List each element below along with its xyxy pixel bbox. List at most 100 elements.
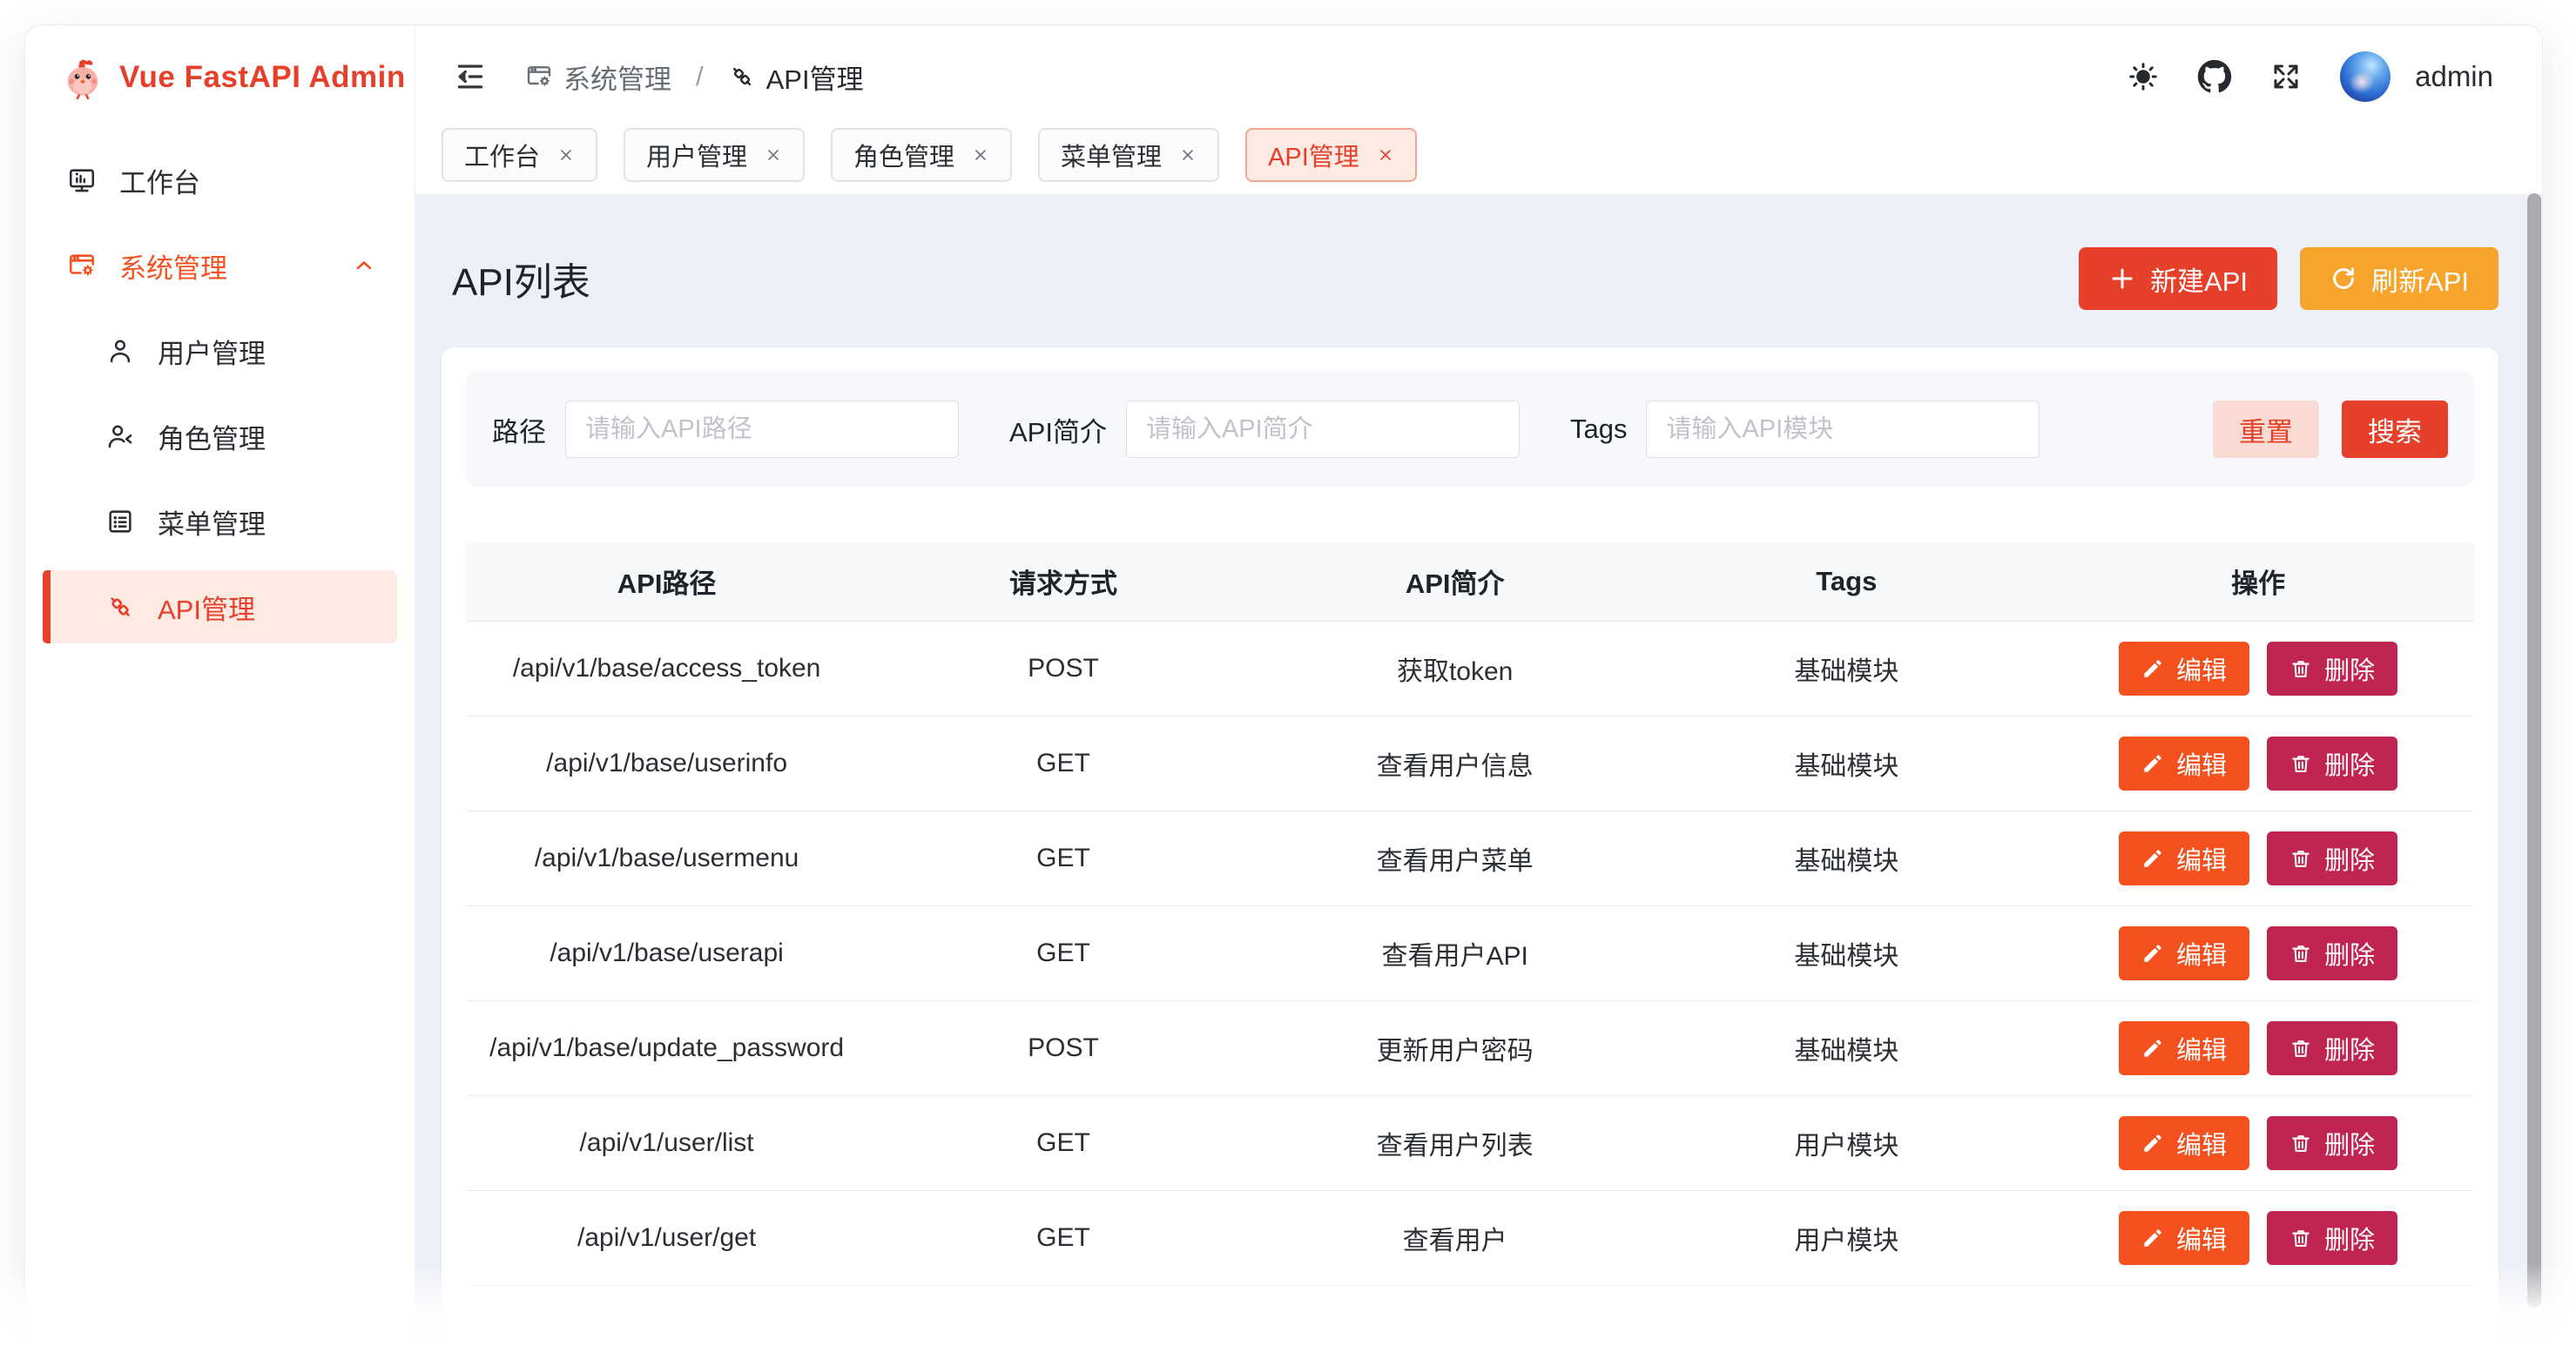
cell-path: /api/v1/base/usermenu <box>466 811 867 905</box>
tab-workbench[interactable]: 工作台 <box>442 128 597 182</box>
edit-button[interactable]: 编辑 <box>2119 1211 2249 1265</box>
create-api-label: 新建API <box>2150 259 2248 299</box>
cell-method: GET <box>867 905 1259 1000</box>
sidebar-item-roles[interactable]: 角色管理 <box>43 400 397 473</box>
cell-method: POST <box>867 1000 1259 1095</box>
breadcrumb-system[interactable]: 系统管理 <box>525 57 671 97</box>
close-icon[interactable] <box>557 146 575 164</box>
cell-summary: 查看用户菜单 <box>1259 811 1651 905</box>
path-filter-input[interactable] <box>565 400 959 458</box>
sidebar: Vue FastAPI Admin 工作台 系统管理 用户管理 <box>25 25 415 1346</box>
scrollbar[interactable] <box>2527 193 2541 1346</box>
sidebar-item-workbench[interactable]: 工作台 <box>43 144 397 217</box>
cell-summary: 获取token <box>1259 621 1651 716</box>
sidebar-item-system[interactable]: 系统管理 <box>43 229 397 302</box>
tab-label: 用户管理 <box>646 137 747 173</box>
tab-api[interactable]: API管理 <box>1245 128 1417 182</box>
theme-sun-icon[interactable] <box>2128 61 2159 92</box>
tags-filter-input[interactable] <box>1646 400 2040 458</box>
create-api-button[interactable]: 新建API <box>2079 247 2277 310</box>
sidebar-fold-icon[interactable] <box>454 60 487 93</box>
refresh-api-button[interactable]: 刷新API <box>2300 247 2498 310</box>
pencil-icon <box>2141 1132 2164 1154</box>
trash-icon <box>2289 1037 2312 1060</box>
cell-tags: 用户模块 <box>1651 1190 2043 1285</box>
edit-button[interactable]: 编辑 <box>2119 642 2249 696</box>
cell-actions: 编辑 删除 <box>2042 905 2474 1000</box>
sidebar-item-label: API管理 <box>158 588 376 627</box>
fullscreen-icon[interactable] <box>2270 61 2302 92</box>
summary-filter-input[interactable] <box>1126 400 1520 458</box>
refresh-icon <box>2330 265 2357 293</box>
table-row: /api/v1/base/usermenu GET 查看用户菜单 基础模块 编辑… <box>466 811 2474 905</box>
tab-users[interactable]: 用户管理 <box>624 128 805 182</box>
cell-actions: 编辑 删除 <box>2042 811 2474 905</box>
github-icon[interactable] <box>2197 59 2232 94</box>
col-summary: API简介 <box>1259 542 1651 621</box>
close-icon[interactable] <box>972 146 989 164</box>
table-row: /api/v1/base/update_password POST 更新用户密码… <box>466 1000 2474 1095</box>
sidebar-item-api[interactable]: API管理 <box>43 570 397 643</box>
sidebar-item-label: 工作台 <box>119 161 376 200</box>
trash-icon <box>2289 942 2312 965</box>
breadcrumb: 系统管理 / API管理 <box>525 57 864 97</box>
tab-label: API管理 <box>1268 137 1359 173</box>
page-head: API列表 新建API 刷新API <box>442 224 2498 333</box>
logo[interactable]: Vue FastAPI Admin <box>25 25 415 123</box>
pencil-icon <box>2141 1227 2164 1249</box>
trash-icon <box>2289 1132 2312 1154</box>
avatar[interactable] <box>2340 51 2391 102</box>
cell-actions: 编辑 删除 <box>2042 1095 2474 1190</box>
chick-logo-icon <box>60 55 105 100</box>
sidebar-item-menus[interactable]: 菜单管理 <box>43 485 397 558</box>
close-icon[interactable] <box>1179 146 1197 164</box>
table-row: /api/v1/base/userapi GET 查看用户API 基础模块 编辑… <box>466 905 2474 1000</box>
cell-method: GET <box>867 1190 1259 1285</box>
delete-button[interactable]: 删除 <box>2267 831 2397 885</box>
cell-tags: 基础模块 <box>1651 621 2043 716</box>
topbar: 系统管理 / API管理 <box>415 25 2542 128</box>
close-icon[interactable] <box>765 146 782 164</box>
edit-button[interactable]: 编辑 <box>2119 831 2249 885</box>
sidebar-item-label: 角色管理 <box>158 417 376 456</box>
cell-method: GET <box>867 811 1259 905</box>
cell-tags: 用户模块 <box>1651 1095 2043 1190</box>
search-button[interactable]: 搜索 <box>2342 400 2448 458</box>
delete-button[interactable]: 删除 <box>2267 1116 2397 1170</box>
role-icon <box>105 421 135 451</box>
edit-button[interactable]: 编辑 <box>2119 926 2249 980</box>
cell-summary: 查看用户 <box>1259 1190 1651 1285</box>
tab-label: 菜单管理 <box>1061 137 1162 173</box>
breadcrumb-label: 系统管理 <box>563 57 671 97</box>
close-icon[interactable] <box>1377 146 1394 164</box>
edit-button[interactable]: 编辑 <box>2119 1021 2249 1075</box>
sidebar-menu: 工作台 系统管理 用户管理 角色管理 菜单管理 <box>25 123 415 656</box>
edit-button[interactable]: 编辑 <box>2119 737 2249 791</box>
delete-button[interactable]: 删除 <box>2267 926 2397 980</box>
pencil-icon <box>2141 752 2164 775</box>
breadcrumb-api[interactable]: API管理 <box>728 57 864 97</box>
summary-filter-label: API简介 <box>1009 410 1107 449</box>
cell-path: /api/v1/base/userapi <box>466 905 867 1000</box>
tab-roles[interactable]: 角色管理 <box>831 128 1012 182</box>
delete-button[interactable]: 删除 <box>2267 642 2397 696</box>
tab-label: 角色管理 <box>853 137 954 173</box>
scrollbar-thumb[interactable] <box>2527 193 2541 1308</box>
tab-menus[interactable]: 菜单管理 <box>1038 128 1219 182</box>
pencil-icon <box>2141 942 2164 965</box>
trash-icon <box>2289 752 2312 775</box>
cell-summary: 查看用户列表 <box>1259 1095 1651 1190</box>
cell-actions: 编辑 删除 <box>2042 1000 2474 1095</box>
reset-button[interactable]: 重置 <box>2213 400 2319 458</box>
cell-actions: 编辑 删除 <box>2042 621 2474 716</box>
cell-tags: 基础模块 <box>1651 1000 2043 1095</box>
username[interactable]: admin <box>2415 60 2493 93</box>
edit-button[interactable]: 编辑 <box>2119 1116 2249 1170</box>
table-row: /api/v1/user/list GET 查看用户列表 用户模块 编辑 删除 <box>466 1095 2474 1190</box>
api-plug-icon <box>728 63 756 91</box>
app-window: Vue FastAPI Admin 工作台 系统管理 用户管理 <box>24 24 2543 1346</box>
delete-button[interactable]: 删除 <box>2267 1211 2397 1265</box>
sidebar-item-users[interactable]: 用户管理 <box>43 314 397 387</box>
delete-button[interactable]: 删除 <box>2267 1021 2397 1075</box>
delete-button[interactable]: 删除 <box>2267 737 2397 791</box>
